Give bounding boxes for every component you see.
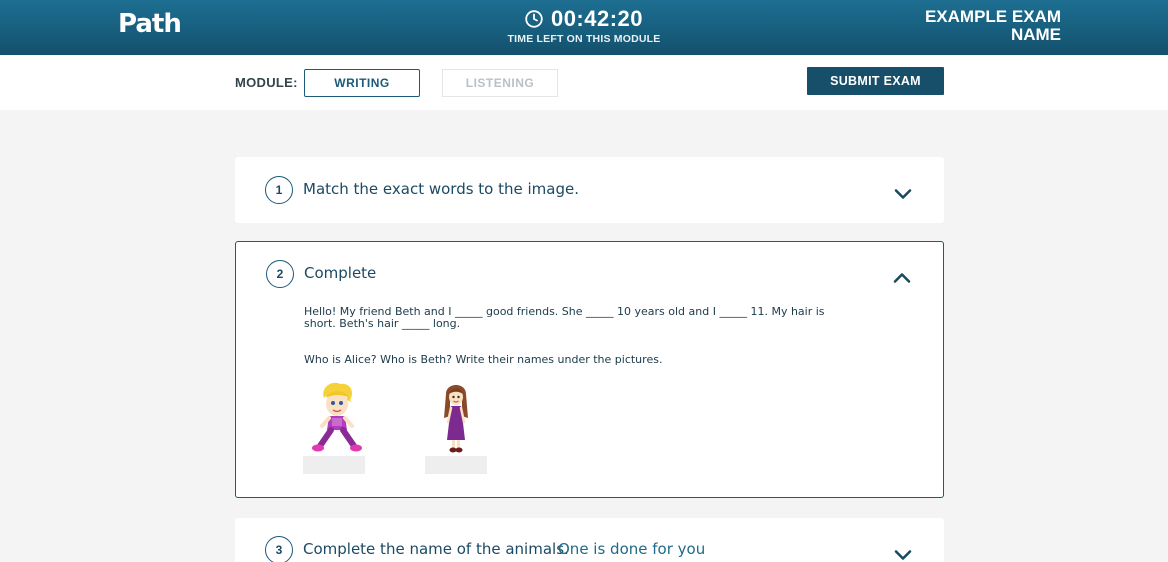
question-text: Hello! My friend Beth and I _____ good f… (304, 305, 825, 330)
chevron-down-icon[interactable] (894, 185, 912, 199)
question-card-2: 2 Complete Hello! My friend Beth and I _… (235, 241, 944, 498)
question-title: Complete (304, 264, 377, 282)
answer-input-picture-2[interactable] (425, 456, 487, 474)
exam-name-line1: EXAMPLE EXAM (924, 7, 1061, 26)
answer-input-picture-1[interactable] (303, 456, 365, 474)
timer-value: 00:42:20 (550, 6, 644, 31)
question-card-3[interactable]: 3 Complete the name of the animals. One … (235, 518, 944, 562)
module-label: MODULE: (235, 75, 298, 90)
question-number-badge: 2 (266, 260, 294, 288)
module-tab-listening[interactable]: LISTENING (442, 69, 558, 97)
module-bar: MODULE: WRITING LISTENING SUBMIT EXAM (0, 55, 1168, 110)
top-header: Path 00:42:20 TIME LEFT ON THIS MODULE E… (0, 0, 1168, 55)
girl-blonde-short-hair-icon (310, 382, 364, 458)
submit-exam-button[interactable]: SUBMIT EXAM (807, 67, 944, 95)
question-card-1[interactable]: 1 Match the exact words to the image. (235, 157, 944, 223)
question-title: Match the exact words to the image. (303, 180, 580, 198)
girl-brown-long-hair-icon (440, 382, 472, 458)
clock-icon (525, 10, 543, 28)
chevron-down-icon[interactable] (894, 546, 912, 560)
question-note: One is done for you (558, 540, 706, 558)
question-number-badge: 1 (265, 176, 293, 204)
exam-name: EXAMPLE EXAM NAME (861, 8, 1061, 44)
question-title: Complete the name of the animals. (303, 540, 569, 558)
exam-name-line2: NAME (1010, 25, 1061, 44)
question-instruction: Who is Alice? Who is Beth? Write their n… (304, 353, 663, 366)
question-number-badge: 3 (265, 536, 293, 562)
chevron-up-icon[interactable] (893, 269, 911, 283)
module-tab-writing[interactable]: WRITING (304, 69, 420, 97)
